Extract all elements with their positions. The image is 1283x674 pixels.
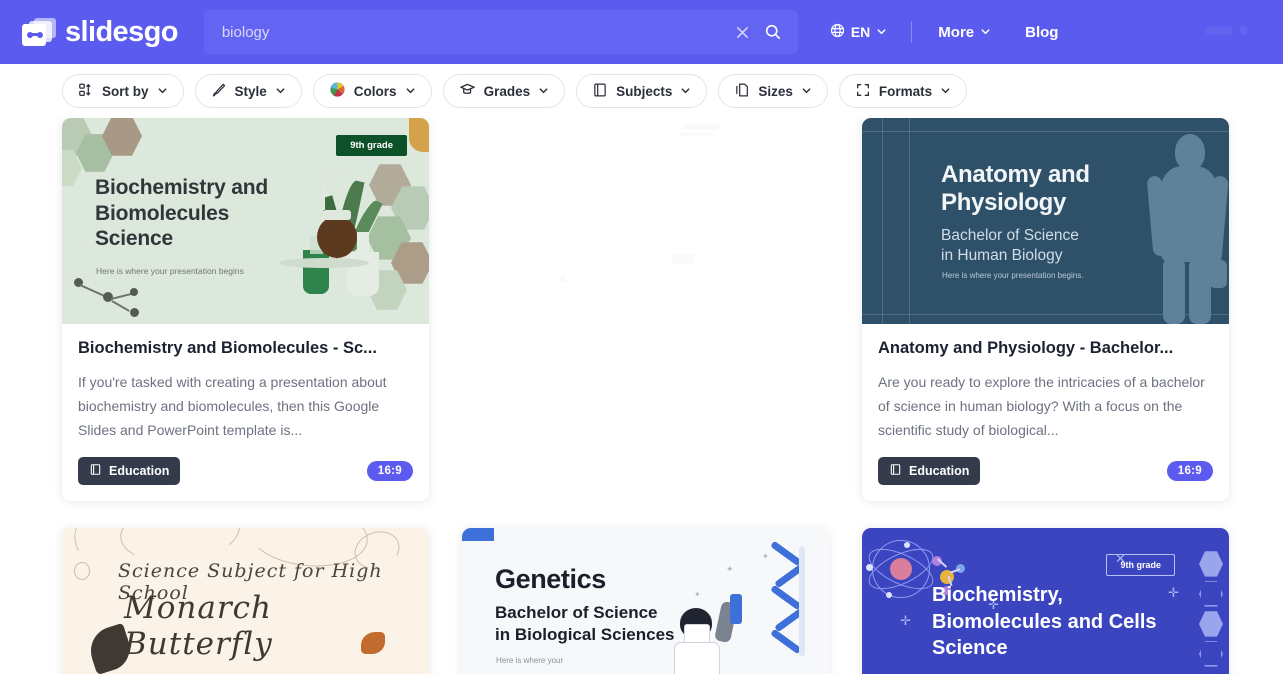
- template-thumbnail[interactable]: Anatomy and Physiology Bachelor of Scienc…: [862, 118, 1229, 324]
- card-meta: Education 16:9: [78, 457, 413, 486]
- card-description: If you're tasked with creating a present…: [78, 374, 387, 439]
- header-loading-placeholder: [1206, 26, 1247, 35]
- chevron-down-icon: [405, 84, 416, 99]
- crop-frame-icon: [855, 82, 871, 101]
- status-badge-category[interactable]: Education: [78, 457, 181, 486]
- filter-subjects[interactable]: Subjects: [576, 74, 708, 108]
- card-body-placeholder: [462, 324, 829, 437]
- thumbnail-accent-tab: [462, 528, 494, 542]
- site-header: slidesgo EN: [0, 0, 1283, 64]
- sort-icon: [78, 82, 94, 101]
- template-card[interactable]: Genetics Bachelor of Science in Biologica…: [462, 528, 829, 674]
- filter-sort-by[interactable]: Sort by: [62, 74, 184, 108]
- thumbnail-subtitle: Bachelor of Science in Biological Science…: [495, 603, 675, 645]
- header-divider: [911, 21, 913, 43]
- filter-colors-label: Colors: [353, 83, 397, 99]
- template-card[interactable]: Science Subject for High School Monarch …: [62, 528, 429, 674]
- chevron-down-icon: [876, 24, 887, 40]
- filter-sizes-label: Sizes: [758, 83, 793, 99]
- brush-icon: [211, 82, 227, 101]
- card-description: [478, 349, 813, 421]
- thumbnail-title: Biochemistry, Biomolecules and Cells Scien…: [932, 584, 1157, 660]
- slidesgo-logo[interactable]: slidesgo: [22, 16, 178, 48]
- slides-stack-icon: [22, 16, 56, 48]
- chevron-down-icon: [980, 24, 991, 41]
- pages-icon: [734, 82, 750, 101]
- filter-style[interactable]: Style: [194, 74, 302, 108]
- filter-grades-label: Grades: [483, 83, 531, 99]
- nav-link-more[interactable]: More: [930, 18, 999, 47]
- thumbnail-subtitle: Bachelor of Science in Human Biology: [941, 227, 1079, 264]
- thumbnail-grade-badge: 9th grade: [336, 135, 407, 156]
- card-description: Are you ready to explore the intricacies…: [878, 374, 1205, 439]
- filter-sizes[interactable]: Sizes: [718, 74, 828, 108]
- card-title[interactable]: Biochemistry and Biomolecules - Sc...: [78, 338, 413, 359]
- color-wheel-icon: [329, 81, 346, 101]
- nav-link-blog[interactable]: Blog: [1017, 18, 1066, 47]
- search-input[interactable]: [221, 10, 728, 54]
- search-icon[interactable]: [758, 17, 788, 47]
- search-bar[interactable]: [203, 10, 798, 54]
- template-card[interactable]: Anatomy and Physiology Bachelor of Scienc…: [862, 118, 1229, 502]
- brand-name: slidesgo: [65, 15, 178, 48]
- filter-formats-label: Formats: [878, 83, 933, 99]
- thumbnail-title: Biochemistry and Biomolecules Science: [95, 176, 269, 251]
- chevron-down-icon: [801, 84, 812, 99]
- template-thumbnail-placeholder: [462, 118, 829, 324]
- results-area: 9th grade Biochemistry and Biomolecules …: [0, 118, 1283, 674]
- thumbnail-line-2: Monarch Butterfly: [124, 590, 273, 663]
- chevron-down-icon: [157, 84, 168, 99]
- filter-sort-by-label: Sort by: [102, 83, 149, 99]
- language-selector[interactable]: EN: [824, 17, 893, 47]
- globe-icon: [830, 23, 845, 41]
- template-card[interactable]: ✕ ✛ ✛ ✛ 9th grade Biochemistry, Biomolecu…: [862, 528, 1229, 674]
- template-thumbnail[interactable]: Science Subject for High School Monarch …: [62, 528, 429, 674]
- thumbnail-subtitle: Here is where your presentation begins: [96, 266, 244, 276]
- nav-link-more-label: More: [938, 23, 975, 41]
- chevron-down-icon: [538, 84, 549, 99]
- filter-style-label: Style: [234, 83, 267, 99]
- aspect-ratio-badge: 16:9: [366, 461, 413, 482]
- status-badge-category[interactable]: Education: [878, 457, 981, 486]
- filter-bar: Sort by Style Colors Grades Subjects Siz…: [0, 64, 1283, 118]
- header-nav: EN More Blog: [824, 17, 1067, 47]
- filter-formats[interactable]: Formats: [838, 74, 968, 108]
- book-icon: [592, 82, 608, 101]
- thumbnail-title: Genetics: [495, 564, 606, 595]
- card-body: Biochemistry and Biomolecules - Sc... If…: [62, 324, 429, 501]
- template-card[interactable]: 9th grade Biochemistry and Biomolecules …: [62, 118, 429, 502]
- category-label: Education: [909, 464, 970, 479]
- aspect-ratio-badge: 16:9: [1166, 461, 1213, 482]
- language-label: EN: [850, 24, 871, 40]
- template-card-loading[interactable]: [462, 118, 829, 502]
- template-thumbnail[interactable]: 9th grade Biochemistry and Biomolecules …: [62, 118, 429, 324]
- card-body: Anatomy and Physiology - Bachelor... Are…: [862, 324, 1229, 501]
- category-label: Education: [109, 464, 170, 479]
- card-title[interactable]: Anatomy and Physiology - Bachelor...: [878, 338, 1213, 359]
- filter-colors[interactable]: Colors: [312, 74, 432, 108]
- template-thumbnail[interactable]: Genetics Bachelor of Science in Biologica…: [462, 528, 829, 674]
- results-grid: 9th grade Biochemistry and Biomolecules …: [62, 118, 1229, 674]
- chevron-down-icon: [275, 84, 286, 99]
- book-icon: [89, 463, 102, 479]
- template-thumbnail[interactable]: ✕ ✛ ✛ ✛ 9th grade Biochemistry, Biomolecu…: [862, 528, 1229, 674]
- thumbnail-grade-badge: 9th grade: [1106, 554, 1175, 577]
- thumbnail-note: Here is where your presentation begins.: [942, 271, 1084, 280]
- nav-link-blog-label: Blog: [1025, 23, 1059, 41]
- book-icon: [889, 463, 902, 479]
- graduation-cap-icon: [459, 81, 476, 101]
- card-meta: Education 16:9: [878, 457, 1213, 486]
- chevron-down-icon: [680, 84, 691, 99]
- filter-subjects-label: Subjects: [616, 83, 673, 99]
- chevron-down-icon: [940, 84, 951, 99]
- close-icon[interactable]: [728, 17, 758, 47]
- thumbnail-title: Anatomy and Physiology: [941, 161, 1090, 216]
- filter-grades[interactable]: Grades: [442, 74, 566, 108]
- thumbnail-note: Here is where your: [496, 656, 564, 666]
